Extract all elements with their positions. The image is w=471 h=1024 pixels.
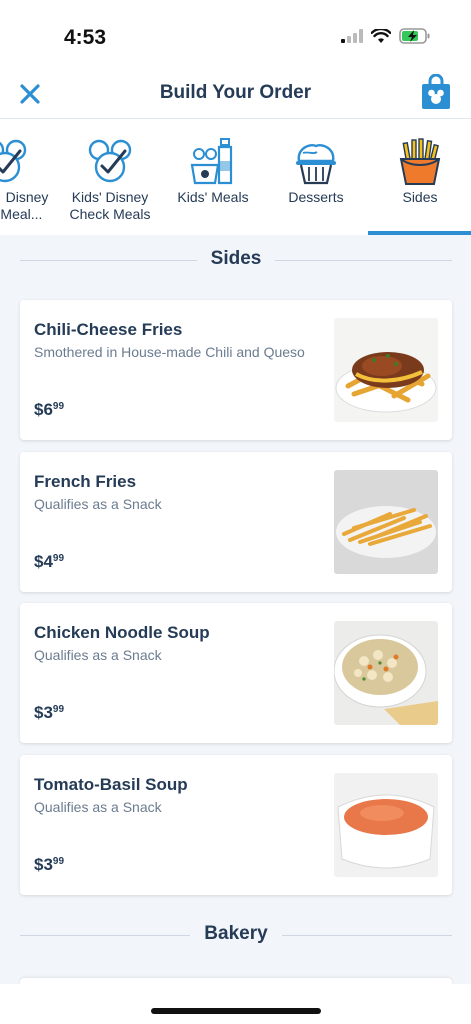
tab-label: Kids' Disney Check Meals bbox=[69, 189, 151, 222]
selected-tab-indicator bbox=[368, 231, 471, 235]
item-price: $699 bbox=[34, 400, 65, 419]
tab-sides[interactable]: Sides bbox=[372, 119, 468, 235]
tab-kids-disney-check-meals[interactable]: Kids' Disney Check Meals bbox=[60, 119, 160, 235]
item-name: Tomato-Basil Soup bbox=[34, 775, 188, 794]
signal-icon bbox=[341, 29, 363, 43]
tab-desserts[interactable]: Desserts bbox=[270, 119, 362, 235]
status-time: 4:53 bbox=[64, 26, 107, 49]
item-price: $399 bbox=[34, 855, 65, 874]
item-name: Chicken Noodle Soup bbox=[34, 623, 210, 642]
menu-item-card[interactable]: Chili-Cheese Fries Smothered in House-ma… bbox=[20, 300, 452, 440]
mickey-check-icon bbox=[0, 139, 27, 183]
menu-item-card[interactable]: Tomato-Basil Soup Qualifies as a Snack $… bbox=[20, 755, 452, 895]
section-header-bakery: Bakery bbox=[20, 923, 452, 947]
bottom-bar bbox=[0, 984, 471, 1024]
item-image bbox=[334, 773, 438, 877]
item-price: $499 bbox=[34, 552, 65, 571]
battery-charging-icon bbox=[399, 28, 430, 44]
fries-icon bbox=[399, 138, 441, 185]
tab-label: Desserts bbox=[288, 189, 344, 205]
item-name: Chili-Cheese Fries bbox=[34, 320, 183, 339]
section-title: Sides bbox=[196, 248, 276, 269]
status-bar: 4:53 bbox=[0, 0, 471, 70]
menu-item-card[interactable]: Chicken Noodle Soup Qualifies as a Snack… bbox=[20, 603, 452, 743]
item-description: Qualifies as a Snack bbox=[34, 496, 162, 512]
tab-disney-check-meals[interactable]: Disney k Meal... bbox=[0, 119, 60, 235]
category-tabs: Disney k Meal... Kids' Disney Check Meal… bbox=[0, 119, 471, 235]
tab-kids-meals[interactable]: Kids' Meals bbox=[168, 119, 258, 235]
item-price: $399 bbox=[34, 703, 65, 722]
kids-meal-icon bbox=[190, 138, 233, 185]
item-image bbox=[334, 318, 438, 422]
tab-label: Kids' Meals bbox=[177, 189, 249, 205]
tab-label: Sides bbox=[402, 189, 438, 205]
section-title: Bakery bbox=[190, 923, 282, 944]
menu-item-card[interactable]: French Fries Qualifies as a Snack $499 bbox=[20, 452, 452, 592]
item-image bbox=[334, 621, 438, 725]
cupcake-icon bbox=[296, 144, 336, 185]
item-name: French Fries bbox=[34, 472, 137, 491]
shopping-bag-icon[interactable] bbox=[419, 74, 453, 110]
wifi-icon bbox=[371, 28, 391, 43]
item-description: Smothered in House-made Chili and Queso bbox=[34, 344, 305, 360]
item-image bbox=[334, 470, 438, 574]
mickey-check-icon bbox=[88, 139, 132, 183]
item-description: Qualifies as a Snack bbox=[34, 799, 162, 815]
item-description: Qualifies as a Snack bbox=[34, 647, 162, 663]
header: Build Your Order bbox=[0, 70, 471, 119]
status-icons bbox=[341, 28, 431, 44]
home-indicator[interactable] bbox=[151, 1008, 321, 1014]
tab-label: Disney k Meal... bbox=[0, 189, 49, 222]
page-title: Build Your Order bbox=[159, 82, 312, 103]
section-header-sides: Sides bbox=[20, 248, 452, 272]
